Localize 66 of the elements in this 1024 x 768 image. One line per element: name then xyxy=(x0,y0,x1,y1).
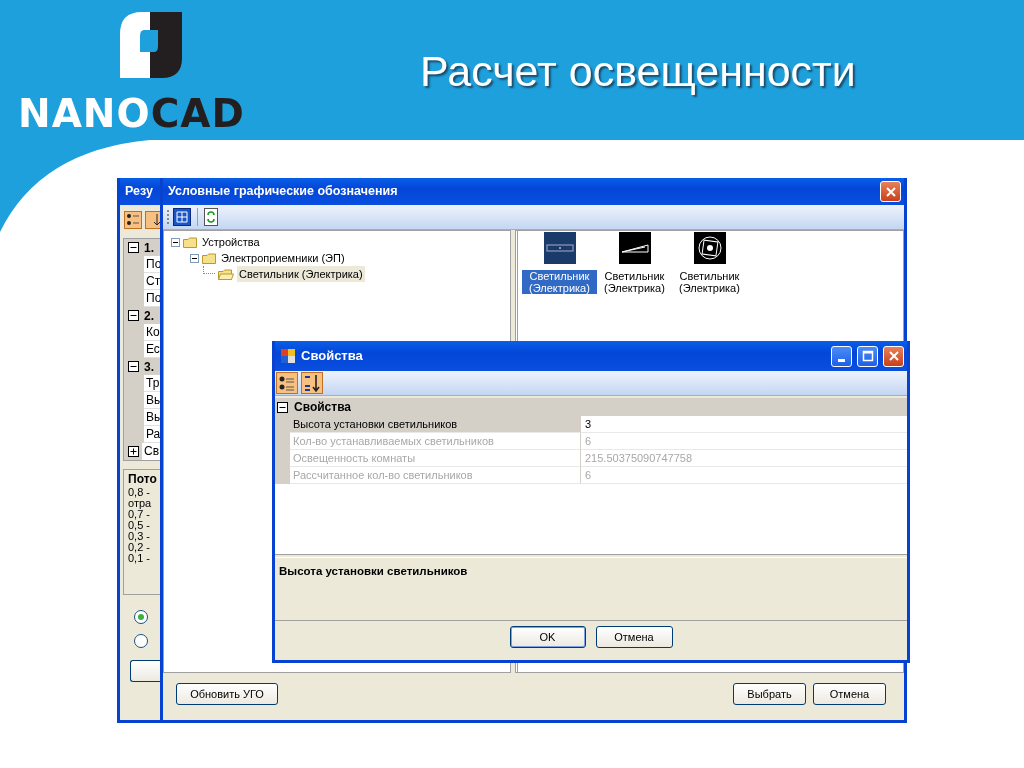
grid-icon[interactable] xyxy=(173,208,191,226)
category-label: Свойства xyxy=(293,399,352,416)
description-text: 0,8 - xyxy=(128,487,151,498)
property-value[interactable]: 3 xyxy=(581,416,907,433)
minimize-icon xyxy=(838,358,845,362)
property-label[interactable]: Высота установки светильников xyxy=(290,416,581,433)
radio-button[interactable] xyxy=(134,634,148,648)
ring-symbol-icon[interactable] xyxy=(693,232,726,264)
property-value: 6 xyxy=(581,433,907,450)
collapse-icon[interactable] xyxy=(171,237,180,247)
row-header xyxy=(275,467,290,484)
symbol-label[interactable]: Светильник (Электрика) xyxy=(597,270,672,294)
folder-icon xyxy=(202,251,218,265)
close-button[interactable] xyxy=(880,181,901,202)
category-label: 2. xyxy=(143,307,154,325)
description-title: Высота установки светильников xyxy=(279,564,469,579)
maximize-icon xyxy=(861,350,874,362)
property-value: 6 xyxy=(581,467,907,484)
property-value: 215.50375090747758 xyxy=(581,450,907,467)
window-title: Резу xyxy=(125,183,153,201)
tree-item[interactable]: Светильник (Электрика) xyxy=(237,265,365,283)
description-text: 0,3 - xyxy=(128,531,151,542)
tree-item[interactable]: Электроприемники (ЭП) xyxy=(221,249,345,267)
folder-icon xyxy=(218,267,234,281)
collapse-icon[interactable] xyxy=(127,361,139,372)
sort-icon[interactable] xyxy=(301,372,323,394)
tree-item[interactable]: Устройства xyxy=(202,233,260,251)
maximize-button[interactable] xyxy=(857,345,878,367)
logo-text: NANOCAD xyxy=(18,94,245,133)
refresh-icon[interactable] xyxy=(204,208,218,226)
description-text: отра xyxy=(128,498,153,509)
description-text: 0,7 - xyxy=(128,509,150,520)
slide-title: Расчет освещенности xyxy=(420,48,856,96)
symbol-label[interactable]: Светильник (Электрика) xyxy=(522,270,597,294)
window-icon xyxy=(280,348,296,364)
category-label: 1. xyxy=(143,239,154,257)
close-icon xyxy=(887,350,900,362)
ok-button[interactable]: OK xyxy=(509,626,586,648)
collapse-icon[interactable] xyxy=(127,242,139,253)
folder-icon xyxy=(183,235,199,249)
window-title: Условные графические обозначения xyxy=(168,183,399,201)
description-text: 0,5 - xyxy=(128,520,151,531)
cancel-button[interactable]: Отмена xyxy=(813,683,886,705)
wedge-symbol-icon[interactable] xyxy=(618,232,651,264)
collapse-icon[interactable] xyxy=(277,401,288,413)
description-text: 0,1 - xyxy=(128,553,151,564)
select-button[interactable]: Выбрать xyxy=(733,683,806,705)
close-icon xyxy=(884,185,897,198)
description-text: 0,2 - xyxy=(128,542,151,553)
panel-symbol-icon[interactable] xyxy=(543,232,576,264)
expand-icon[interactable] xyxy=(127,446,139,457)
close-button[interactable] xyxy=(883,345,904,367)
categorized-icon[interactable] xyxy=(276,372,298,394)
radio-button[interactable] xyxy=(134,610,148,624)
collapse-icon[interactable] xyxy=(190,253,199,263)
symbol-label[interactable]: Светильник (Электрика) xyxy=(672,270,747,294)
cancel-button[interactable]: Отмена xyxy=(595,626,673,648)
update-button[interactable]: Обновить УГО xyxy=(176,683,278,705)
toolbar-grip xyxy=(167,207,170,227)
minimize-button[interactable] xyxy=(831,345,852,367)
categorized-icon[interactable] xyxy=(124,211,142,229)
description-title: Пото xyxy=(128,474,158,485)
collapse-icon[interactable] xyxy=(127,310,139,321)
category-label: 3. xyxy=(143,358,154,376)
window-title: Свойства xyxy=(301,347,364,366)
logo-icon xyxy=(120,12,184,78)
